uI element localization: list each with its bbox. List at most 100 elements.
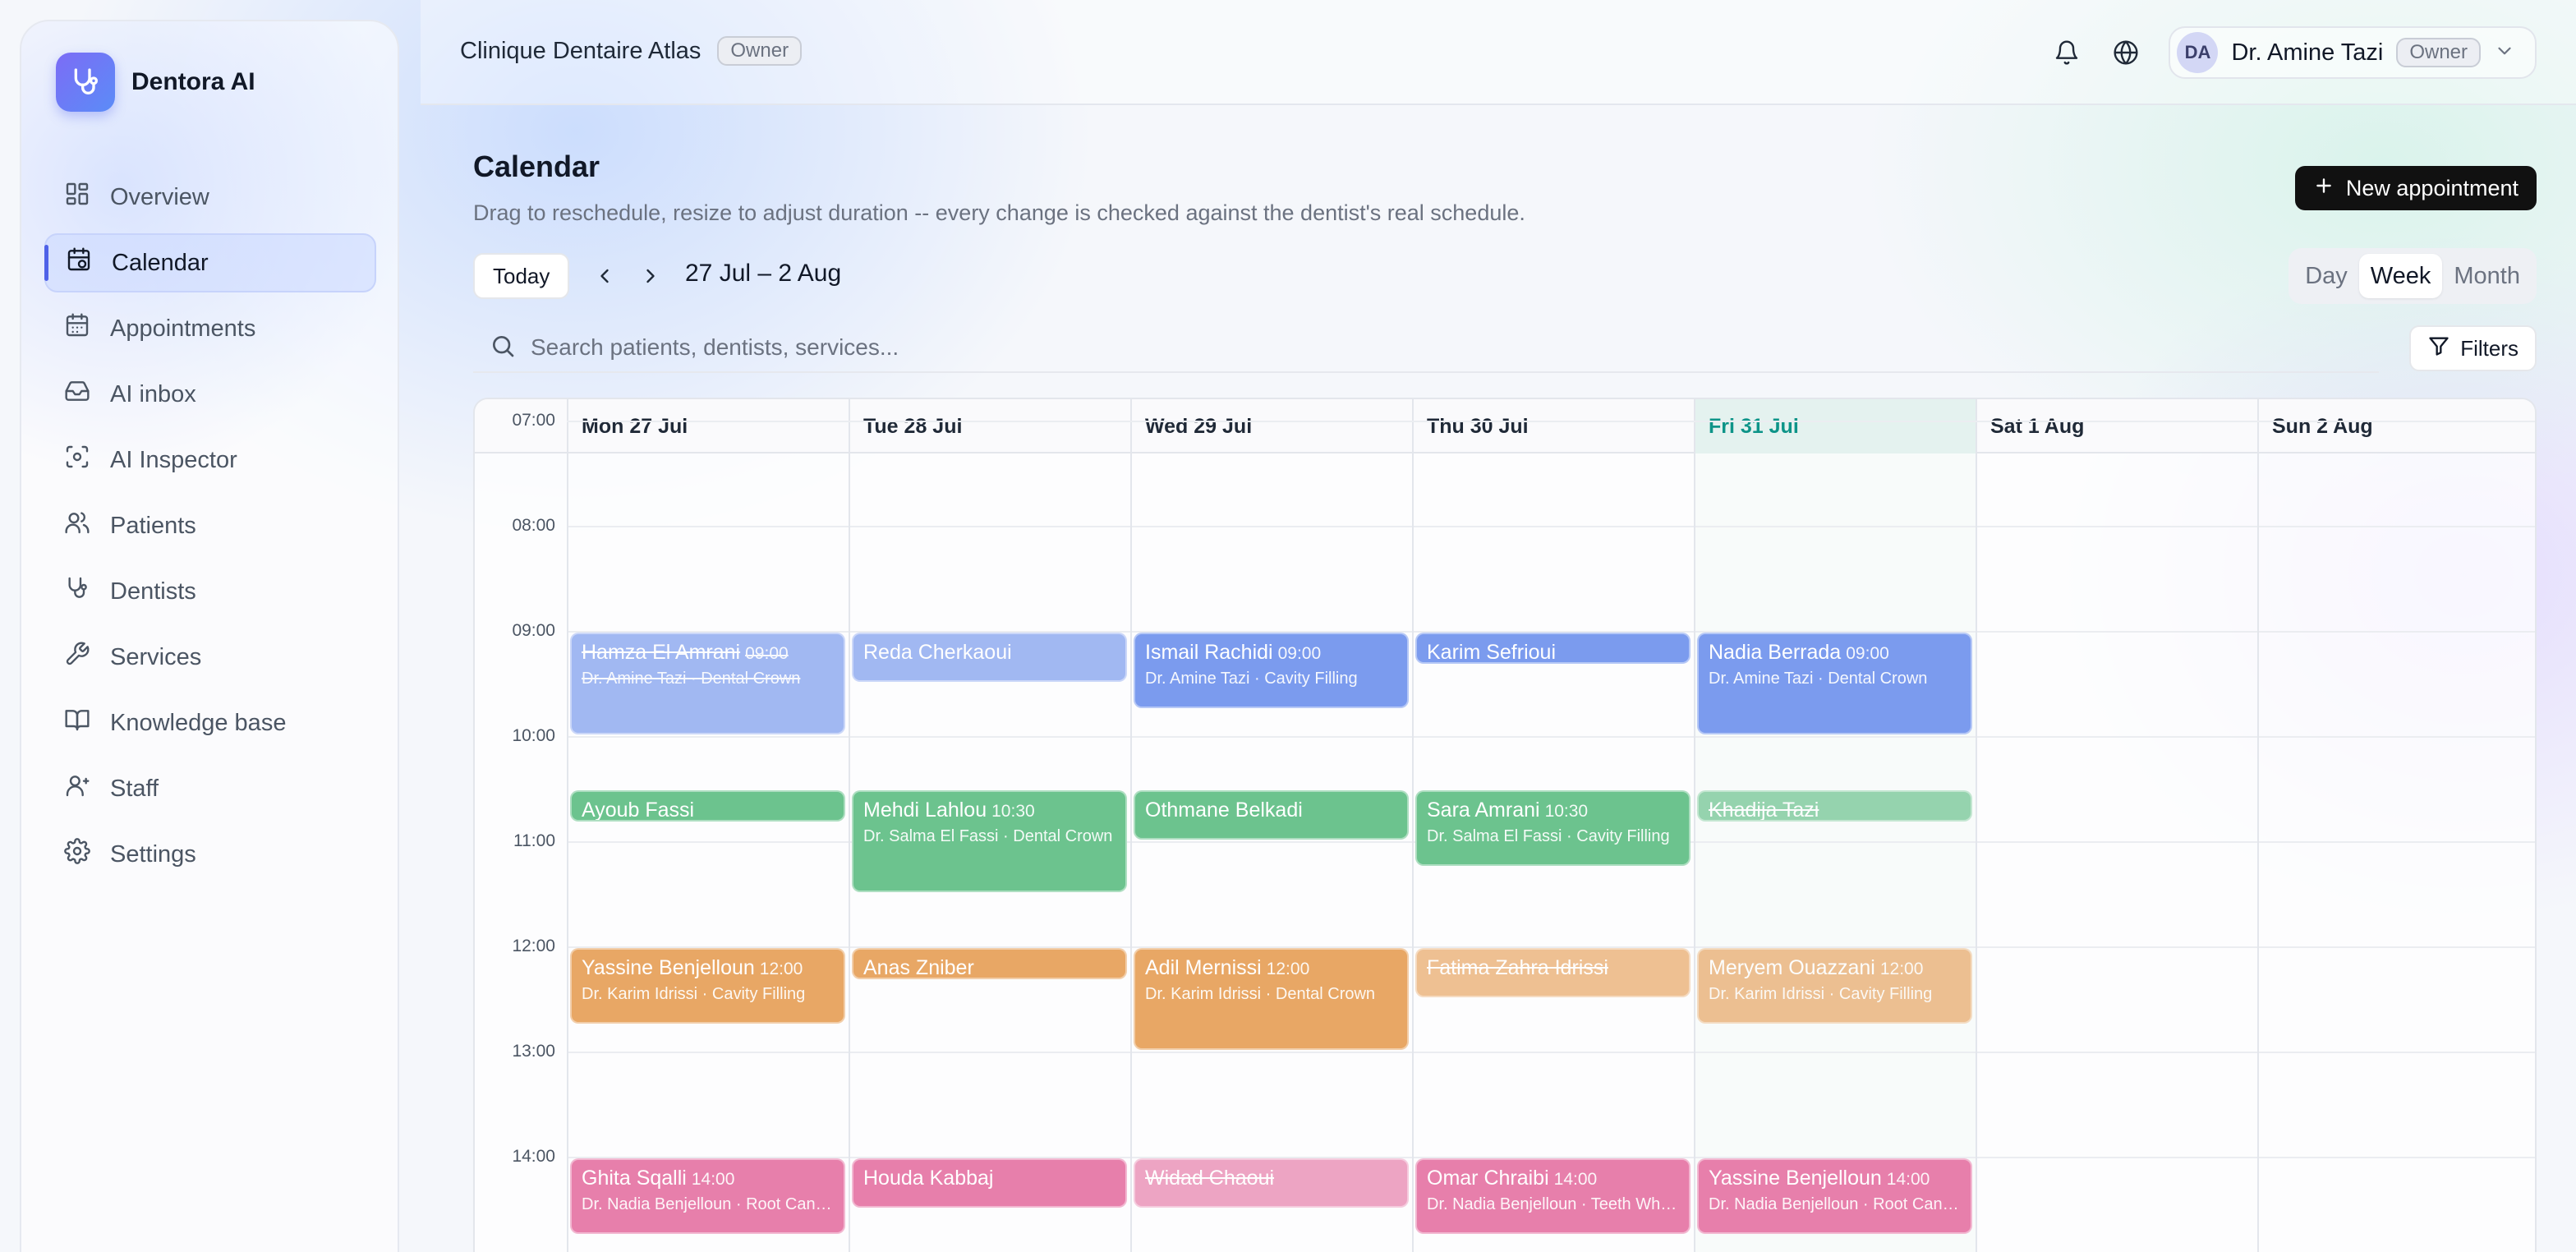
hour-label: 08:00 — [512, 516, 555, 535]
chevron-left-icon[interactable] — [588, 260, 621, 292]
calendar-grid[interactable]: 07:00 08:00 09:00 10:00 11:00 12:00 13:00 14:00… — [475, 411, 2535, 1252]
appointment-card[interactable]: Ghita Sqalli 14:00 Dr. Nadia Benjelloun · … — [570, 1158, 845, 1234]
day-header[interactable]: Thu 30 Jul — [1412, 399, 1694, 453]
sidebar-item-overview[interactable]: Overview — [44, 168, 376, 227]
sidebar-item-staff[interactable]: Staff — [44, 759, 376, 818]
week-calendar: Mon 27 Jul Tue 28 Jul Wed 29 Jul Thu 30 Jul… — [473, 398, 2537, 1252]
sidebar-item-services[interactable]: Services — [44, 628, 376, 687]
appointment-details: Dr. Salma El Fassi · Dental Crown — [863, 827, 1113, 845]
sidebar-nav: Overview Calendar Appointments AI inbox AI I… — [44, 168, 376, 891]
appointment-details: Dr. Karim Idrissi · Cavity Filling — [582, 985, 806, 1003]
view-week-button[interactable]: Week — [2358, 254, 2443, 298]
sidebar-item-dentists[interactable]: Dentists — [44, 562, 376, 621]
appointment-title: Ghita Sqalli 14:00 — [582, 1167, 834, 1190]
hour-label: 12:00 — [512, 937, 555, 955]
appointment-title: Adil Mernissi 12:00 — [1145, 956, 1397, 980]
appointment-details: Dr. Nadia Benjelloun · Root Cana... — [582, 1195, 834, 1213]
sidebar-item-label: Settings — [110, 840, 196, 868]
appointment-time: 12:00 — [1879, 960, 1924, 978]
sidebar-item-label: Appointments — [110, 315, 256, 342]
calendar-icon — [66, 246, 92, 279]
appointment-card[interactable]: Yassine Benjelloun 14:00 Dr. Nadia Benjell… — [1697, 1158, 1972, 1234]
appointment-card[interactable]: Meryem Ouazzani 12:00 Dr. Karim Idrissi · … — [1697, 948, 1972, 1024]
appointment-title: Fatima Zahra Idrissi — [1427, 956, 1679, 980]
appointment-patient: Yassine Benjelloun — [582, 956, 755, 979]
day-header[interactable]: Fri 31 Jul — [1694, 399, 1976, 453]
day-header[interactable]: Tue 28 Jul — [849, 399, 1130, 453]
appointment-card[interactable]: Hamza El Amrani 09:00 Dr. Amine Tazi · Den… — [570, 633, 845, 734]
sidebar-item-label: AI Inspector — [110, 446, 237, 473]
page-title: Calendar — [473, 150, 600, 183]
appointment-card[interactable]: Omar Chraibi 14:00 Dr. Nadia Benjelloun · … — [1415, 1158, 1690, 1234]
appointment-time: 12:00 — [1266, 960, 1310, 978]
appointment-patient: Meryem Ouazzani — [1709, 956, 1875, 979]
appointment-title: Khadija Tazi — [1709, 799, 1961, 820]
page-subtitle: Drag to reschedule, resize to adjust dur… — [473, 200, 1525, 225]
appointment-title: Ismail Rachidi 09:00 — [1145, 641, 1397, 665]
brand[interactable]: Dentora AI — [56, 53, 255, 112]
appointment-patient: Reda Cherkaoui — [863, 641, 1012, 664]
appointment-card[interactable]: Ayoub Fassi — [570, 790, 845, 822]
calendar-day-headers: Mon 27 Jul Tue 28 Jul Wed 29 Jul Thu 30 Jul… — [475, 399, 2535, 453]
appointment-patient: Houda Kabbaj — [863, 1167, 994, 1190]
filters-button[interactable]: Filters — [2409, 325, 2537, 371]
appointment-patient: Sara Amrani — [1427, 799, 1540, 822]
chevron-right-icon[interactable] — [634, 260, 667, 292]
appointment-card[interactable]: Nadia Berrada 09:00 Dr. Amine Tazi · Denta… — [1697, 633, 1972, 734]
user-menu[interactable]: DA Dr. Amine Tazi Owner — [2169, 26, 2537, 79]
column-divider — [1130, 453, 1132, 1252]
appointment-time: 09:00 — [1846, 644, 1889, 663]
new-appointment-button[interactable]: New appointment — [2294, 166, 2537, 210]
day-header[interactable]: Mon 27 Jul — [567, 399, 849, 453]
sidebar-item-label: Overview — [110, 183, 209, 210]
day-header[interactable]: Wed 29 Jul — [1130, 399, 1412, 453]
today-button[interactable]: Today — [473, 253, 570, 299]
sidebar: Dentora AI Overview Calendar Appointments A… — [20, 20, 399, 1252]
staff-icon — [64, 772, 90, 805]
sidebar-item-ai-inbox[interactable]: AI inbox — [44, 365, 376, 424]
sidebar-item-knowledge-base[interactable]: Knowledge base — [44, 693, 376, 753]
tooth-logo-icon — [56, 53, 115, 112]
sidebar-item-patients[interactable]: Patients — [44, 496, 376, 555]
plus-icon — [2313, 175, 2334, 202]
appointment-details: Dr. Karim Idrissi · Dental Crown — [1145, 985, 1376, 1003]
appointment-title: Yassine Benjelloun 12:00 — [582, 956, 834, 980]
book-icon — [64, 707, 90, 739]
sidebar-item-calendar[interactable]: Calendar — [44, 233, 376, 292]
appointment-card[interactable]: Widad Chaoui — [1134, 1158, 1409, 1208]
appointment-card[interactable]: Othmane Belkadi — [1134, 790, 1409, 840]
appointment-card[interactable]: Fatima Zahra Idrissi — [1415, 948, 1690, 997]
day-header[interactable]: Sat 1 Aug — [1976, 399, 2257, 453]
appointment-card[interactable]: Mehdi Lahlou 10:30 Dr. Salma El Fassi · De… — [852, 790, 1127, 892]
day-header[interactable]: Sun 2 Aug — [2257, 399, 2535, 453]
search-bar — [473, 324, 2379, 373]
sidebar-item-label: Services — [110, 643, 202, 670]
appointment-title: Mehdi Lahlou 10:30 — [863, 799, 1116, 822]
sidebar-item-settings[interactable]: Settings — [44, 825, 376, 884]
appointment-title: Sara Amrani 10:30 — [1427, 799, 1679, 822]
appointment-card[interactable]: Reda Cherkaoui — [852, 633, 1127, 682]
bell-icon[interactable] — [2050, 36, 2083, 69]
appointment-card[interactable]: Khadija Tazi — [1697, 790, 1972, 822]
globe-icon[interactable] — [2109, 36, 2142, 69]
date-range: 27 Jul – 2 Aug — [685, 260, 842, 287]
sidebar-item-appointments[interactable]: Appointments — [44, 299, 376, 358]
appointment-title: Anas Zniber — [863, 956, 1116, 978]
appointment-card[interactable]: Karim Sefrioui — [1415, 633, 1690, 665]
appointment-title: Reda Cherkaoui — [863, 641, 1116, 665]
sidebar-item-ai-inspector[interactable]: AI Inspector — [44, 430, 376, 490]
sidebar-item-label: Knowledge base — [110, 709, 287, 736]
appointment-card[interactable]: Ismail Rachidi 09:00 Dr. Amine Tazi · Cavi… — [1134, 633, 1409, 708]
view-day-button[interactable]: Day — [2293, 254, 2359, 298]
clinic-switcher[interactable]: Clinique Dentaire Atlas Owner — [460, 36, 803, 66]
view-month-button[interactable]: Month — [2442, 254, 2532, 298]
stethoscope-icon — [64, 575, 90, 608]
appointment-card[interactable]: Adil Mernissi 12:00 Dr. Karim Idrissi · De… — [1134, 948, 1409, 1050]
appointment-card[interactable]: Anas Zniber — [852, 948, 1127, 980]
calendar-toolbar: Today 27 Jul – 2 Aug Day Week Month — [473, 248, 2537, 306]
hour-line — [567, 526, 2535, 527]
appointment-card[interactable]: Sara Amrani 10:30 Dr. Salma El Fassi · Cav… — [1415, 790, 1690, 866]
search-input[interactable] — [531, 334, 2256, 361]
appointment-card[interactable]: Yassine Benjelloun 12:00 Dr. Karim Idrissi… — [570, 948, 845, 1024]
appointment-card[interactable]: Houda Kabbaj — [852, 1158, 1127, 1208]
